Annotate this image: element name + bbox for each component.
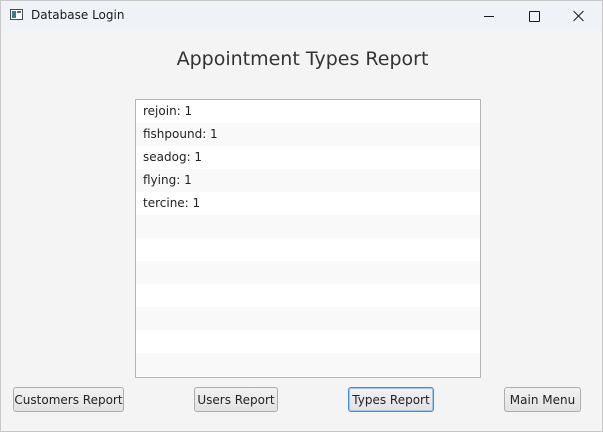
list-item[interactable]: fishpound: 1 <box>136 123 480 146</box>
empty-list-row[interactable] <box>136 307 480 330</box>
main-menu-button[interactable]: Main Menu <box>504 387 581 412</box>
types-report-button[interactable]: Types Report <box>348 387 434 412</box>
maximize-icon <box>528 10 540 22</box>
close-icon <box>573 10 585 22</box>
minimize-icon <box>484 15 494 17</box>
maximize-button[interactable] <box>511 1 557 31</box>
list-item[interactable]: flying: 1 <box>136 169 480 192</box>
minimize-button[interactable] <box>466 1 512 31</box>
empty-list-row[interactable] <box>136 284 480 307</box>
title-bar[interactable]: Database Login <box>1 1 602 31</box>
app-window: Database Login Appointment Types Report … <box>0 0 603 432</box>
close-button[interactable] <box>556 1 602 31</box>
window-title: Database Login <box>31 8 125 22</box>
list-item[interactable]: seadog: 1 <box>136 146 480 169</box>
empty-list-row[interactable] <box>136 238 480 261</box>
list-item[interactable]: rejoin: 1 <box>136 100 480 123</box>
customers-report-button[interactable]: Customers Report <box>13 387 124 412</box>
empty-list-row[interactable] <box>136 353 480 376</box>
list-item[interactable]: tercine: 1 <box>136 192 480 215</box>
empty-list-row[interactable] <box>136 330 480 353</box>
users-report-button[interactable]: Users Report <box>194 387 278 412</box>
app-window-icon <box>10 9 23 20</box>
empty-list-row[interactable] <box>136 215 480 238</box>
empty-list-row[interactable] <box>136 261 480 284</box>
page-title: Appointment Types Report <box>176 48 429 70</box>
appointment-types-list[interactable]: rejoin: 1 fishpound: 1 seadog: 1 flying: 1t… <box>135 99 481 378</box>
